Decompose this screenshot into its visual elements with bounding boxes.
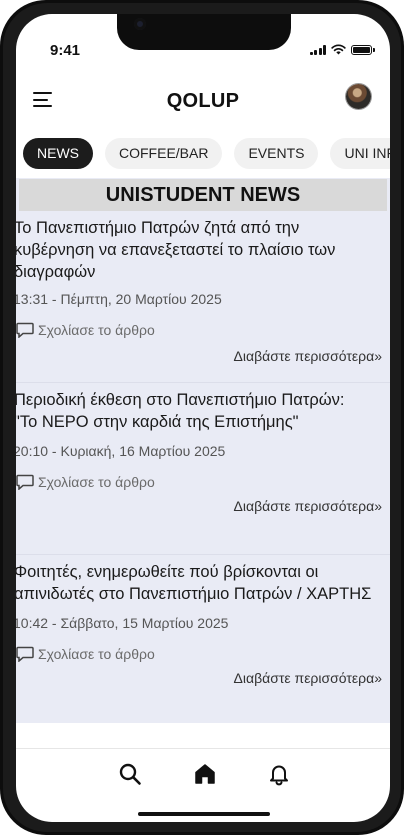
app-title: QOLUP: [166, 90, 240, 112]
camera-icon: [134, 18, 146, 30]
article-title[interactable]: Περιοδική έκθεση στο Πανεπιστήμιο Πατρών…: [16, 389, 390, 433]
news-feed: UNISTUDENT NEWS Το Πανεπιστήμιο Πατρών ζ…: [16, 178, 390, 723]
comment-icon: [16, 322, 34, 338]
bell-icon[interactable]: [267, 762, 291, 786]
notch: [117, 14, 291, 50]
phone-screen: 9:41 QOLUP NEWS COFFEE/BAR EVENTS UNI IN…: [16, 14, 390, 822]
article-datetime: 13:31 - Πέμπτη, 20 Μαρτίου 2025: [16, 291, 222, 307]
comment-link[interactable]: Σχολίασε το άρθρο: [16, 474, 155, 490]
avatar[interactable]: [346, 84, 371, 109]
search-icon[interactable]: [118, 762, 142, 786]
comment-link[interactable]: Σχολίασε το άρθρο: [16, 322, 155, 338]
comment-label: Σχολίασε το άρθρο: [38, 322, 155, 338]
read-more-link[interactable]: Διαβάστε περισσότερα»: [234, 670, 382, 686]
status-time: 9:41: [50, 42, 81, 59]
comment-link[interactable]: Σχολίασε το άρθρο: [16, 646, 155, 662]
comment-label: Σχολίασε το άρθρο: [38, 646, 155, 662]
tab-coffee-bar[interactable]: COFFEE/BAR: [105, 138, 223, 169]
tab-news[interactable]: NEWS: [23, 138, 93, 169]
app-header: QOLUP: [16, 84, 390, 116]
tab-uni-info[interactable]: UNI INFO: [330, 138, 390, 169]
bottom-nav-divider: [16, 748, 390, 749]
signal-icon: [309, 44, 326, 55]
category-tabs: NEWS COFFEE/BAR EVENTS UNI INFO: [23, 138, 390, 169]
article-title[interactable]: Φοιτητές, ενημερωθείτε πού βρίσκονται οι…: [16, 561, 390, 605]
feed-heading: UNISTUDENT NEWS: [19, 179, 387, 211]
read-more-link[interactable]: Διαβάστε περισσότερα»: [234, 348, 382, 364]
home-indicator[interactable]: [138, 812, 270, 816]
comment-icon: [16, 474, 34, 490]
comment-label: Σχολίασε το άρθρο: [38, 474, 155, 490]
comment-icon: [16, 646, 34, 662]
read-more-link[interactable]: Διαβάστε περισσότερα»: [234, 498, 382, 514]
status-icons: [309, 44, 375, 55]
battery-icon: [351, 44, 375, 55]
article-datetime: 10:42 - Σάββατο, 15 Μαρτίου 2025: [16, 615, 229, 631]
article-card[interactable]: Το Πανεπιστήμιο Πατρών ζητά από την κυβέ…: [16, 211, 390, 383]
tab-events[interactable]: EVENTS: [234, 138, 319, 169]
home-icon[interactable]: [193, 762, 217, 786]
article-title[interactable]: Το Πανεπιστήμιο Πατρών ζητά από την κυβέ…: [16, 217, 390, 283]
article-card[interactable]: Φοιτητές, ενημερωθείτε πού βρίσκονται οι…: [16, 555, 390, 723]
wifi-icon: [331, 44, 346, 55]
article-card[interactable]: Περιοδική έκθεση στο Πανεπιστήμιο Πατρών…: [16, 383, 390, 555]
article-datetime: 20:10 - Κυριακή, 16 Μαρτίου 2025: [16, 443, 226, 459]
